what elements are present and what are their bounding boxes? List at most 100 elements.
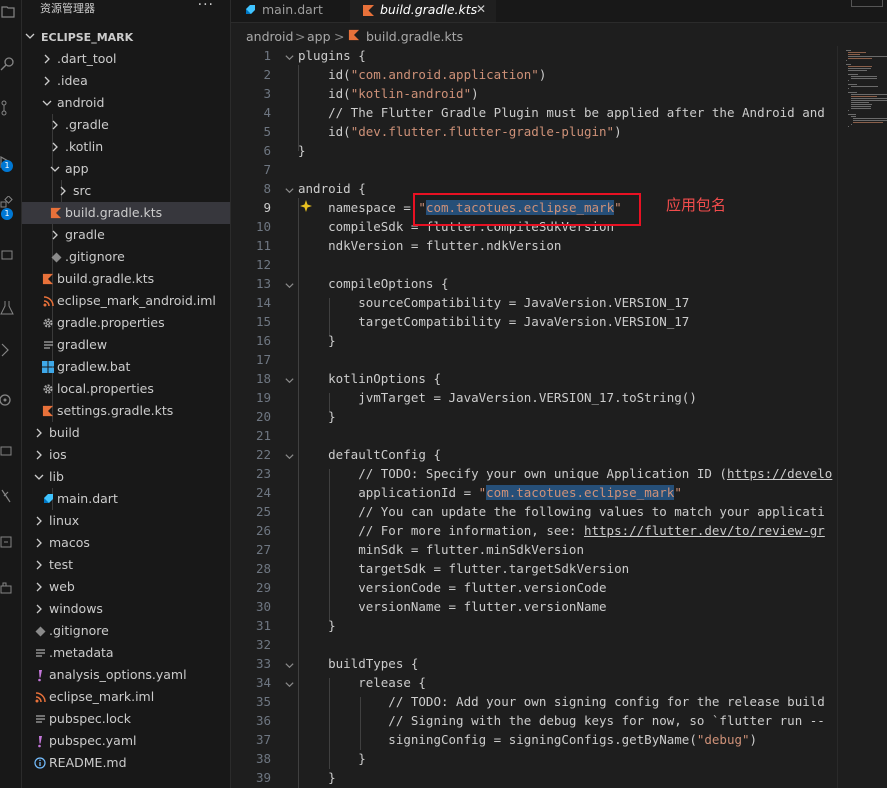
more-actions-button[interactable]: ··· [198,0,214,13]
tab-bar: main.dart build.gradle.kts ✕ [231,0,887,23]
explorer-title: 资源管理器 [40,2,95,15]
tree-file[interactable]: .gitignore [22,246,230,268]
code-line: kotlinOptions { [298,371,441,386]
tree-file[interactable]: .gitignore [22,620,230,642]
breadcrumb-separator: > [334,29,345,44]
code-editor[interactable]: 1 plugins {2 id("com.android.application"… [231,46,837,788]
search-icon[interactable] [0,52,21,76]
tree-file[interactable]: gradlew.bat [22,356,230,378]
tree-file[interactable]: gradle.properties [22,312,230,334]
chevron-right-icon [33,581,45,596]
code-line: targetCompatibility = JavaVersion.VERSIO… [298,314,690,329]
workspace-root[interactable]: ECLIPSE_MARK [22,27,230,47]
minimap-line [848,66,872,67]
tree-file[interactable]: main.dart [22,488,230,510]
minimap-line [850,106,871,107]
tree-folder[interactable]: macos [22,532,230,554]
tree-file[interactable]: gradlew [22,334,230,356]
line-number: 6 [263,143,271,158]
tab-build-gradle-kts[interactable]: build.gradle.kts ✕ [350,0,496,22]
fold-chevron-icon[interactable] [284,659,295,674]
testing-icon[interactable] [0,296,21,320]
minimap-line [848,54,861,55]
line-number: 22 [255,447,271,462]
minimap-line [850,100,887,101]
chevron-right-icon [33,427,45,442]
tree-folder[interactable]: gradle [22,224,230,246]
fold-chevron-icon[interactable] [284,678,295,693]
tree-file[interactable]: README.md [22,752,230,774]
info-icon [33,756,47,770]
breadcrumb-item[interactable]: android [246,29,293,44]
minimap-line [848,74,858,75]
code-line: // For more information, see: https://fl… [298,523,825,538]
tab-main-dart[interactable]: main.dart [231,0,349,22]
git-graph-icon[interactable] [0,338,21,362]
tree-folder[interactable]: .dart_tool [22,48,230,70]
timeline-icon[interactable] [0,388,21,412]
tree-file[interactable]: build.gradle.kts [22,202,230,224]
tree-folder[interactable]: test [22,554,230,576]
minimap-line [846,50,852,51]
tree-folder[interactable]: app [22,158,230,180]
fold-chevron-icon[interactable] [284,450,295,465]
tree-item-label: gradlew.bat [57,359,131,374]
breadcrumb-item[interactable]: app [307,29,331,44]
code-line: jvmTarget = JavaVersion.VERSION_17.toStr… [298,390,697,405]
chevron-down-icon [24,30,36,45]
tree-folder[interactable]: android [22,92,230,114]
tree-item-label: pubspec.yaml [49,733,137,748]
tree-file[interactable]: build.gradle.kts [22,268,230,290]
tree-folder[interactable]: .idea [22,70,230,92]
tree-file[interactable]: eclipse_mark_android.iml [22,290,230,312]
tree-folder[interactable]: src [22,180,230,202]
tree-folder[interactable]: windows [22,598,230,620]
tree-folder[interactable]: linux [22,510,230,532]
tools-icon[interactable] [0,484,21,508]
docker-icon[interactable] [0,578,21,602]
tree-file[interactable]: pubspec.yaml [22,730,230,752]
line-number: 25 [255,504,271,519]
fold-chevron-icon[interactable] [284,184,295,199]
tree-folder[interactable]: .kotlin [22,136,230,158]
remote-explorer-icon[interactable] [0,244,21,268]
line-number: 29 [255,580,271,595]
close-icon[interactable]: ✕ [476,2,486,16]
chat-icon[interactable] [0,440,21,464]
tree-folder[interactable]: ios [22,444,230,466]
minimap-line [848,52,866,53]
line-number: 33 [255,656,271,671]
fold-chevron-icon[interactable] [284,51,295,66]
line-number: 27 [255,542,271,557]
minimap-line [848,88,849,89]
tree-file[interactable]: local.properties [22,378,230,400]
fold-chevron-icon[interactable] [284,279,295,294]
tree-file[interactable]: analysis_options.yaml [22,664,230,686]
minimap-line [853,122,883,123]
tree-file[interactable]: .metadata [22,642,230,664]
tree-folder[interactable]: lib [22,466,230,488]
tree-file[interactable]: pubspec.lock [22,708,230,730]
tree-item-label: README.md [49,755,127,770]
minimap-line [848,114,856,115]
layout-icon[interactable] [851,0,883,7]
source-control-icon[interactable] [0,96,21,120]
line-number: 8 [263,181,271,196]
code-line: defaultConfig { [298,447,441,462]
tree-item-label: macos [49,535,90,550]
minimap-line [848,58,872,59]
code-line: // The Flutter Gradle Plugin must be app… [298,105,825,120]
tree-item-label: web [49,579,75,594]
tree-folder[interactable]: .gradle [22,114,230,136]
tree-file[interactable]: settings.gradle.kts [22,400,230,422]
files-icon[interactable] [0,0,21,24]
tree-folder[interactable]: build [22,422,230,444]
tree-folder[interactable]: web [22,576,230,598]
breadcrumb-item[interactable]: build.gradle.kts [366,29,463,44]
minimap[interactable] [837,46,887,788]
rss-icon [33,690,47,704]
line-number: 31 [255,618,271,633]
database-icon[interactable] [0,530,21,554]
tree-file[interactable]: eclipse_mark.iml [22,686,230,708]
fold-chevron-icon[interactable] [284,374,295,389]
